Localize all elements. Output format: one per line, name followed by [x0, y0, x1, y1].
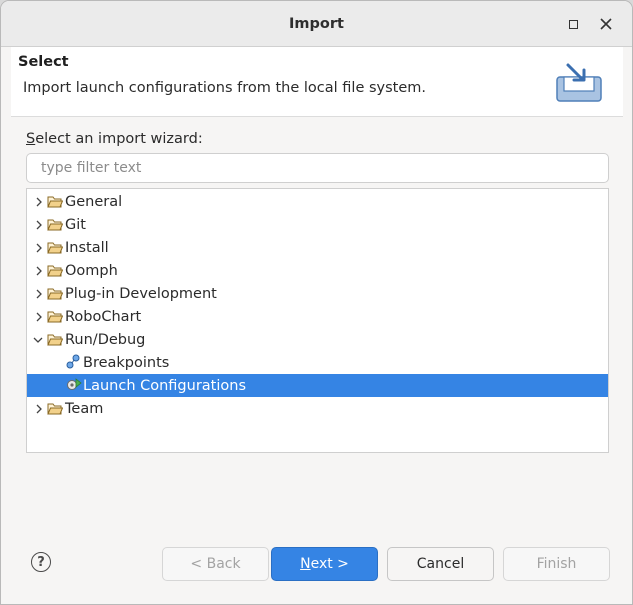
folder-icon	[47, 196, 63, 208]
close-icon	[600, 18, 612, 30]
folder-icon	[47, 242, 63, 254]
wizard-tree[interactable]: General Git Install Oomph Plug-in Develo…	[26, 188, 609, 453]
filter-input[interactable]	[26, 153, 609, 183]
page-title: Select	[18, 54, 69, 70]
folder-icon	[47, 219, 63, 231]
maximize-button[interactable]	[564, 15, 582, 33]
select-wizard-label: Select an import wizard:	[26, 131, 203, 147]
tree-item-run-debug[interactable]: Run/Debug	[27, 328, 608, 351]
chevron-right-icon[interactable]	[34, 312, 44, 322]
tree-item-launch-configurations[interactable]: Launch Configurations	[27, 374, 608, 397]
wizard-header: Select Import launch configurations from…	[11, 47, 623, 117]
close-button[interactable]	[597, 15, 615, 33]
question-mark-icon: ?	[37, 554, 45, 570]
tree-item-git[interactable]: Git	[27, 213, 608, 236]
launch-config-icon	[67, 378, 82, 390]
folder-icon	[47, 311, 63, 323]
window-title: Import	[289, 16, 344, 32]
tree-item-robochart[interactable]: RoboChart	[27, 305, 608, 328]
folder-icon	[47, 403, 63, 415]
chevron-down-icon[interactable]	[33, 335, 43, 345]
next-button[interactable]: Next >	[271, 547, 378, 581]
breakpoints-icon	[66, 354, 80, 369]
help-button[interactable]: ?	[31, 552, 51, 572]
chevron-right-icon[interactable]	[34, 197, 44, 207]
tree-item-install[interactable]: Install	[27, 236, 608, 259]
title-bar: Import	[1, 1, 632, 47]
tree-item-oomph[interactable]: Oomph	[27, 259, 608, 282]
folder-icon	[47, 288, 63, 300]
folder-icon	[47, 265, 63, 277]
chevron-right-icon[interactable]	[34, 404, 44, 414]
chevron-right-icon[interactable]	[34, 220, 44, 230]
cancel-button[interactable]: Cancel	[387, 547, 494, 581]
tree-item-team[interactable]: Team	[27, 397, 608, 420]
maximize-icon	[568, 19, 578, 29]
chevron-right-icon[interactable]	[34, 243, 44, 253]
folder-open-icon	[47, 334, 63, 346]
tree-item-plugin-development[interactable]: Plug-in Development	[27, 282, 608, 305]
chevron-right-icon[interactable]	[34, 289, 44, 299]
chevron-right-icon[interactable]	[34, 266, 44, 276]
import-dialog: Import Select Import launch configuratio…	[0, 0, 633, 605]
tree-item-breakpoints[interactable]: Breakpoints	[27, 351, 608, 374]
page-description: Import launch configurations from the lo…	[23, 80, 427, 96]
tree-item-general[interactable]: General	[27, 190, 608, 213]
finish-button[interactable]: Finish	[503, 547, 610, 581]
import-banner-icon	[556, 63, 602, 102]
back-button[interactable]: < Back	[162, 547, 269, 581]
